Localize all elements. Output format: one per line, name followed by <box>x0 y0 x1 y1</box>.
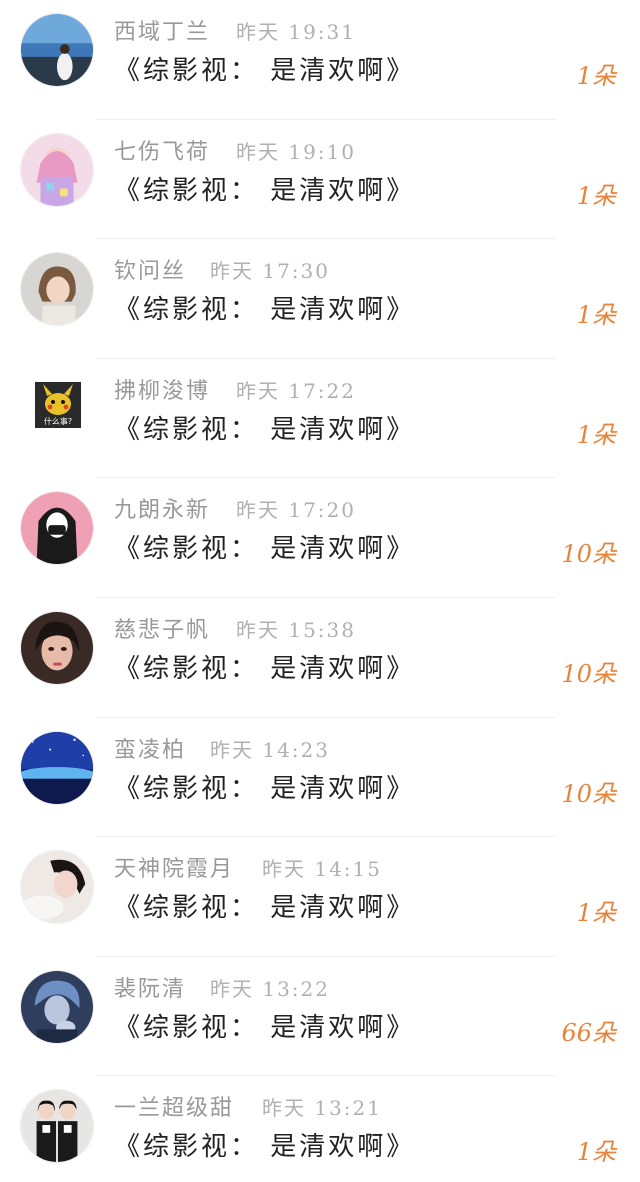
flower-count: 10朵 <box>561 779 616 808</box>
book-title[interactable]: 《综影视： 是清欢啊》 <box>114 170 415 207</box>
flower-count: 1朵 <box>576 420 616 449</box>
flower-count: 10朵 <box>561 660 616 688</box>
list-item[interactable]: 天神院霞月 昨天 14:15 《综影视： 是清欢啊》 1朵 <box>0 837 640 957</box>
list-item[interactable]: 什么事? 拂柳浚博 昨天 17:22 《综影视： 是清欢啊》 1朵 <box>0 359 640 479</box>
masked-girl-avatar-image <box>21 492 93 565</box>
flower-count: 1朵 <box>576 62 616 90</box>
avatar[interactable] <box>20 611 94 685</box>
avatar[interactable]: 什么事? <box>35 381 81 428</box>
user-name[interactable]: 裴阮清 <box>114 971 186 1003</box>
seaside-girl-avatar-image <box>21 14 93 86</box>
pink-anime-girl-avatar-image <box>21 133 93 206</box>
list-item[interactable]: 一兰超级甜 昨天 13:21 《综影视： 是清欢啊》 1朵 <box>0 1076 640 1182</box>
avatar-caption: 什么事? <box>44 416 72 426</box>
user-name[interactable]: 蛮凌柏 <box>114 732 186 764</box>
book-title[interactable]: 《综影视： 是清欢啊》 <box>114 528 415 565</box>
avatar[interactable] <box>20 969 94 1044</box>
flower-count: 66朵 <box>561 1018 616 1047</box>
lying-girl-avatar-image <box>21 851 93 924</box>
user-name[interactable]: 天神院霞月 <box>114 851 234 883</box>
gift-record-list: 西域丁兰 昨天 19:31 《综影视： 是清欢啊》 1朵 七伤飞荷 昨天 19:… <box>0 0 640 1182</box>
timestamp: 昨天 19:10 <box>236 139 356 164</box>
list-item[interactable]: 九朗永新 昨天 17:20 《综影视： 是清欢啊》 10朵 <box>0 478 640 598</box>
list-item[interactable]: 钦问丝 昨天 17:30 《综影视： 是清欢啊》 1朵 <box>0 239 640 359</box>
list-item[interactable]: 慈悲子帆 昨天 15:38 《综影视： 是清欢啊》 10朵 <box>0 598 640 718</box>
book-title[interactable]: 《综影视： 是清欢啊》 <box>114 1007 415 1044</box>
book-title[interactable]: 《综影视： 是清欢啊》 <box>114 648 415 685</box>
book-title[interactable]: 《综影视： 是清欢啊》 <box>114 768 415 805</box>
pikachu-avatar-image: 什么事? <box>35 381 81 428</box>
user-name[interactable]: 慈悲子帆 <box>114 612 210 644</box>
list-item[interactable]: 裴阮清 昨天 13:22 《综影视： 是清欢啊》 66朵 <box>0 957 640 1077</box>
night-sky-avatar-image <box>21 731 93 804</box>
avatar[interactable] <box>20 730 94 805</box>
timestamp: 昨天 19:31 <box>236 20 356 44</box>
short-hair-girl-avatar-image <box>21 253 93 326</box>
timestamp: 昨天 13:22 <box>210 976 330 1001</box>
flower-count: 10朵 <box>561 540 616 569</box>
list-item[interactable]: 西域丁兰 昨天 19:31 《综影视： 是清欢啊》 1朵 <box>0 0 640 120</box>
flower-count: 1朵 <box>576 181 616 210</box>
book-title[interactable]: 《综影视： 是清欢啊》 <box>114 409 415 446</box>
avatar[interactable] <box>20 491 94 566</box>
book-title[interactable]: 《综影视： 是清欢啊》 <box>114 289 415 326</box>
book-title[interactable]: 《综影视： 是清欢啊》 <box>114 887 415 924</box>
avatar[interactable] <box>20 850 94 925</box>
avatar[interactable] <box>20 252 94 327</box>
book-title[interactable]: 《综影视： 是清欢啊》 <box>114 50 415 87</box>
list-item[interactable]: 蛮凌柏 昨天 14:23 《综影视： 是清欢啊》 10朵 <box>0 718 640 838</box>
user-name[interactable]: 西域丁兰 <box>114 14 210 46</box>
blue-boy-avatar-image <box>21 970 93 1043</box>
user-name[interactable]: 钦问丝 <box>114 253 186 285</box>
book-title[interactable]: 《综影视： 是清欢啊》 <box>114 1126 415 1163</box>
avatar[interactable] <box>20 132 94 207</box>
timestamp: 昨天 17:30 <box>210 259 330 284</box>
flower-count: 1朵 <box>576 1138 616 1167</box>
avatar[interactable] <box>20 13 94 87</box>
couple-avatar-image <box>21 1090 93 1163</box>
timestamp: 昨天 15:38 <box>236 618 356 642</box>
timestamp: 昨天 17:20 <box>236 498 356 523</box>
user-name[interactable]: 一兰超级甜 <box>114 1090 234 1122</box>
list-item[interactable]: 七伤飞荷 昨天 19:10 《综影视： 是清欢啊》 1朵 <box>0 120 640 240</box>
timestamp: 昨天 14:15 <box>262 857 382 882</box>
timestamp: 昨天 17:22 <box>236 378 356 403</box>
girl-selfie-avatar-image <box>21 612 93 684</box>
flower-count: 1朵 <box>576 301 616 330</box>
flower-count: 1朵 <box>576 899 616 928</box>
user-name[interactable]: 九朗永新 <box>114 492 210 524</box>
timestamp: 昨天 14:23 <box>210 737 330 762</box>
timestamp: 昨天 13:21 <box>262 1096 382 1121</box>
user-name[interactable]: 七伤飞荷 <box>114 134 210 166</box>
avatar[interactable] <box>20 1089 94 1164</box>
user-name[interactable]: 拂柳浚博 <box>114 373 210 405</box>
